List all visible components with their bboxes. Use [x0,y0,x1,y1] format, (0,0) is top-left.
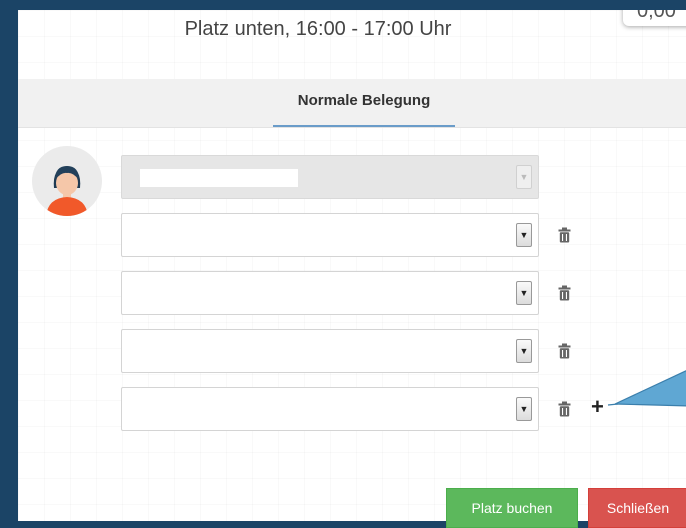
trash-icon[interactable] [558,285,571,301]
caret-down-icon: ▼ [516,165,532,189]
trash-icon[interactable] [558,401,571,417]
caret-down-icon[interactable]: ▼ [516,339,532,363]
user-avatar-icon [32,146,102,216]
caret-down-icon[interactable]: ▼ [516,281,532,305]
book-court-button[interactable]: Platz buchen [446,488,578,528]
player-select-2[interactable]: ▼ [121,213,539,257]
player-name-masked [140,169,298,187]
plus-icon[interactable]: + [591,395,607,419]
caret-down-icon[interactable]: ▼ [516,223,532,247]
dialog-title: Platz unten, 16:00 - 17:00 Uhr [184,18,452,40]
trash-icon[interactable] [558,227,571,243]
tab-bar: Normale Belegung [18,79,686,128]
player-select-3[interactable]: ▼ [121,271,539,315]
player-select-1: ▼ [121,155,539,199]
tab-normal-booking[interactable]: Normale Belegung [273,79,455,127]
booking-dialog: 0,00 Platz unten, 16:00 - 17:00 Uhr Norm… [18,10,686,521]
price-display: 0,00 [623,10,686,26]
player-select-4[interactable]: ▼ [121,329,539,373]
price-text: 0,00 [637,10,676,22]
close-button[interactable]: Schließen [588,488,686,528]
trash-icon[interactable] [558,343,571,359]
player-select-5[interactable]: ▼ [121,387,539,431]
caret-down-icon[interactable]: ▼ [516,397,532,421]
